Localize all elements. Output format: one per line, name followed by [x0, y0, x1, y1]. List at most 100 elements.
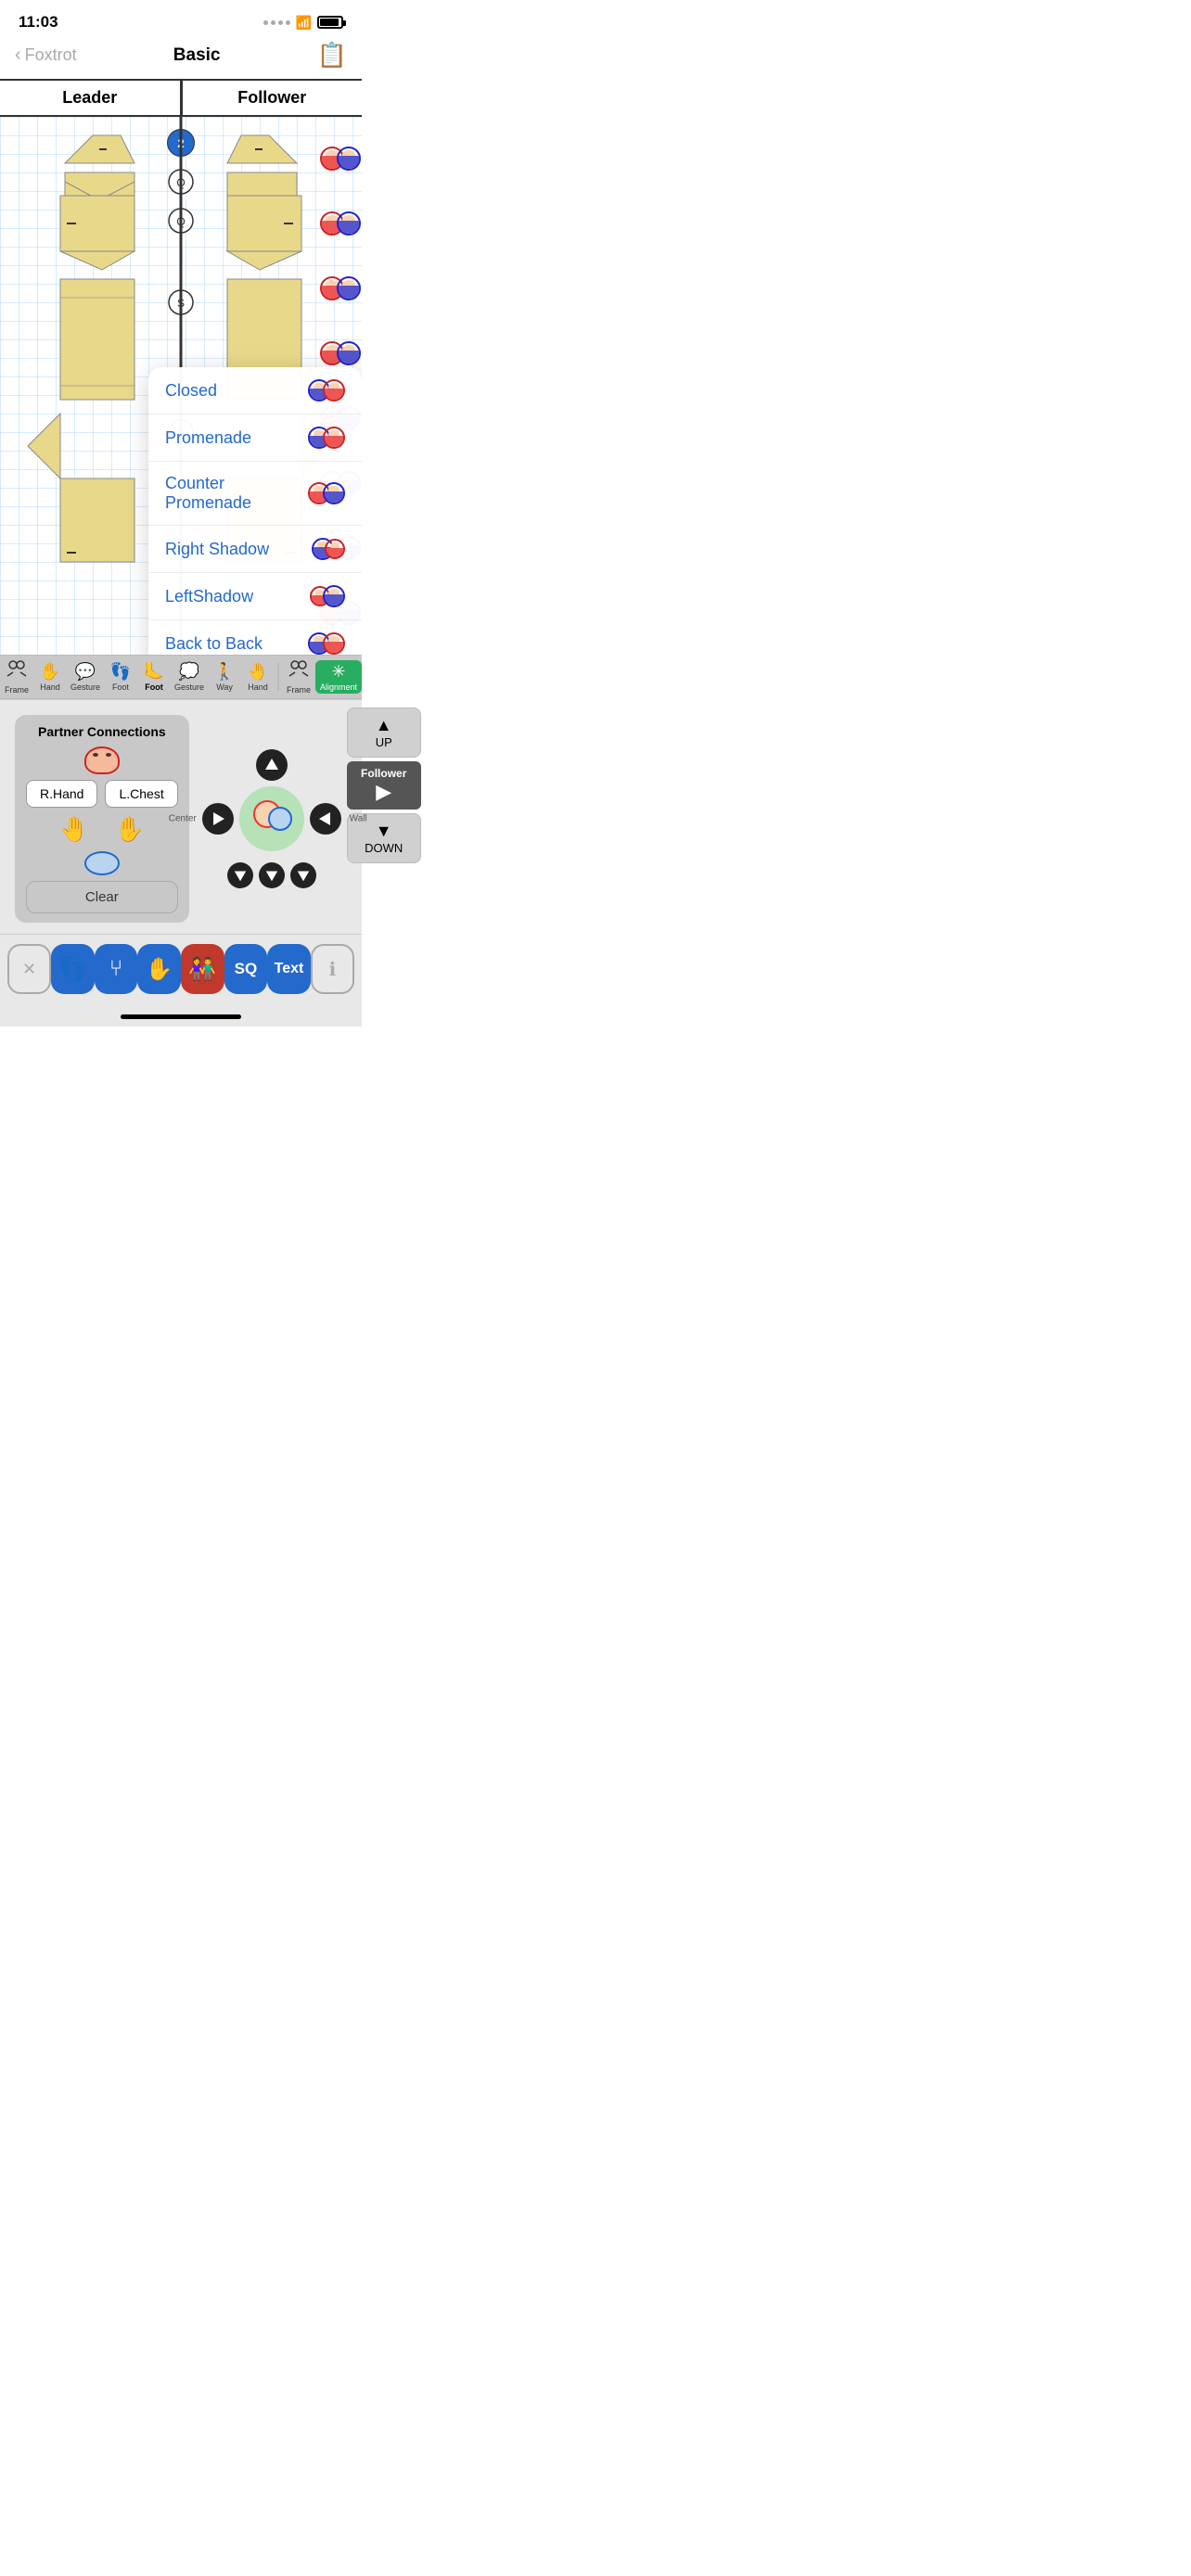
- diagram-container: 2 Q Q S S: [0, 117, 362, 655]
- foot-r-label: Foot: [145, 682, 163, 692]
- gesture-label: Gesture: [70, 682, 100, 692]
- compass-down-right-button[interactable]: [290, 862, 316, 888]
- dropdown-item-promenade[interactable]: Promenade: [148, 414, 362, 462]
- toolbar-gesture2[interactable]: 💭 Gesture: [171, 660, 208, 694]
- follower-label: Follower: [361, 767, 406, 780]
- sq-label: SQ: [235, 960, 258, 978]
- toolbar-frame[interactable]: Frame: [0, 657, 33, 696]
- close-tab-button[interactable]: ✕: [7, 944, 51, 994]
- bottom-spacer: [0, 1019, 362, 1027]
- compass-down-center-button[interactable]: [259, 862, 285, 888]
- couple-icon-4: [320, 341, 361, 365]
- toolbar-hand2[interactable]: 🤚 Hand: [241, 660, 275, 694]
- follower-head: [84, 851, 120, 875]
- status-time: 11:03: [19, 13, 58, 32]
- hand-tab-icon: ✋: [146, 956, 173, 983]
- couple-tab-button[interactable]: 👫: [181, 944, 224, 994]
- foot-r-icon: 🦶: [144, 662, 164, 682]
- nav-bar: ‹ Foxtrot Basic 📋: [0, 37, 362, 79]
- follower-column-header: Follower: [183, 81, 363, 115]
- frame-icon: [6, 659, 27, 684]
- compass-dancers: [249, 796, 295, 842]
- left-hand-icon: 🤚: [58, 815, 88, 844]
- compass-center-circle: [239, 786, 304, 851]
- couple-icon-1: [320, 147, 361, 171]
- hand-icon: ✋: [40, 662, 60, 682]
- up-button[interactable]: ▲ UP: [347, 708, 421, 758]
- up-arrow-icon: ▲: [376, 716, 392, 735]
- document-icon[interactable]: 📋: [317, 41, 347, 70]
- gesture-icon: 💬: [75, 662, 96, 682]
- dropdown-item-back-to-back[interactable]: Back to Back: [148, 620, 362, 655]
- back-to-back-label: Back to Back: [165, 634, 263, 654]
- center-label: Center: [169, 814, 197, 824]
- compass-bottom-buttons: [227, 862, 316, 888]
- info-icon: ℹ: [329, 958, 337, 981]
- alignment-icon: ✳: [331, 662, 345, 682]
- dropdown-item-closed[interactable]: Closed: [148, 367, 362, 414]
- status-icons: 📶: [263, 15, 343, 31]
- partner-connections-title: Partner Connections: [26, 724, 178, 739]
- frame2-icon: [288, 659, 309, 684]
- gesture2-label: Gesture: [174, 682, 204, 692]
- dance-toolbar: Frame ✋ Hand 💬 Gesture 👣 Foot 🦶 Foot: [0, 655, 362, 699]
- dropdown-item-left-shadow[interactable]: LeftShadow: [148, 573, 362, 620]
- compass-down-left-button[interactable]: [227, 862, 253, 888]
- toolbar-hand[interactable]: ✋ Hand: [33, 660, 67, 694]
- r-hand-button[interactable]: R.Hand: [26, 780, 97, 808]
- toolbar-foot-l[interactable]: 👣 Foot: [104, 660, 137, 694]
- toolbar-gesture[interactable]: 💬 Gesture: [67, 660, 104, 694]
- couple-icon-3: [320, 276, 361, 300]
- compass-area: Center Wall: [202, 708, 341, 930]
- follower-figure: [26, 851, 178, 875]
- wifi-icon: 📶: [296, 15, 312, 31]
- couple-tab-icon: 👫: [188, 956, 216, 983]
- connection-buttons: R.Hand L.Chest: [26, 780, 178, 808]
- follower-button[interactable]: Follower ▶: [347, 761, 421, 810]
- promenade-label: Promenade: [165, 428, 251, 448]
- leader-figure: [26, 746, 178, 774]
- follower-arrow-icon: ▶: [376, 780, 391, 804]
- close-icon: ✕: [22, 960, 36, 979]
- dropdown-item-right-shadow[interactable]: Right Shadow: [148, 526, 362, 573]
- toolbar-divider: [277, 663, 279, 691]
- hand-label: Hand: [40, 682, 60, 692]
- facing-dropdown[interactable]: Closed Promenade Counter Promenade: [148, 367, 362, 655]
- text-tab-button[interactable]: Text: [267, 944, 311, 994]
- alignment-label: Alignment: [320, 682, 357, 692]
- right-hand-icon: ✋: [115, 815, 145, 844]
- right-shadow-couple-icon: [312, 538, 345, 560]
- compass-up-button[interactable]: [256, 749, 288, 781]
- up-label: UP: [376, 735, 392, 749]
- footprints-tab-button[interactable]: 👣: [51, 944, 95, 994]
- toolbar-frame2[interactable]: Frame: [282, 657, 315, 696]
- compass-right-button[interactable]: [310, 803, 341, 835]
- footprints-icon: 👣: [58, 955, 87, 984]
- left-shadow-label: LeftShadow: [165, 587, 253, 606]
- toolbar-foot-r[interactable]: 🦶 Foot: [137, 660, 171, 694]
- right-tools: Frame ✳ Alignment: [282, 657, 362, 696]
- counter-promenade-label: Counter Promenade: [165, 474, 308, 513]
- toolbar-way[interactable]: 🚶 Way: [208, 660, 241, 694]
- hand-tab-button[interactable]: ✋: [137, 944, 181, 994]
- hand2-icon: 🤚: [248, 662, 268, 682]
- counter-promenade-couple-icon: [308, 482, 345, 504]
- clear-button[interactable]: Clear: [26, 881, 178, 913]
- dropdown-item-counter-promenade[interactable]: Counter Promenade: [148, 462, 362, 526]
- sq-tab-button[interactable]: SQ: [224, 944, 268, 994]
- status-bar: 11:03 📶: [0, 0, 362, 37]
- tab-bar: ✕ 👣 ⑂ ✋ 👫 SQ Text ℹ: [0, 934, 362, 1007]
- foot-l-icon: 👣: [110, 662, 131, 682]
- promenade-couple-icon: [308, 427, 345, 449]
- toolbar-alignment[interactable]: ✳ Alignment: [315, 660, 362, 694]
- compass-left-button[interactable]: [202, 803, 234, 835]
- back-button[interactable]: ‹ Foxtrot: [15, 45, 77, 66]
- l-chest-button[interactable]: L.Chest: [105, 780, 177, 808]
- way-icon: 🚶: [214, 662, 235, 682]
- frame-label: Frame: [5, 685, 29, 695]
- right-shadow-label: Right Shadow: [165, 540, 269, 559]
- frame2-label: Frame: [287, 685, 311, 695]
- info-tab-button[interactable]: ℹ: [311, 944, 354, 994]
- partner-connections-panel: Partner Connections R.Hand L.Chest 🤚 ✋: [15, 715, 189, 923]
- fork-tab-button[interactable]: ⑂: [95, 944, 138, 994]
